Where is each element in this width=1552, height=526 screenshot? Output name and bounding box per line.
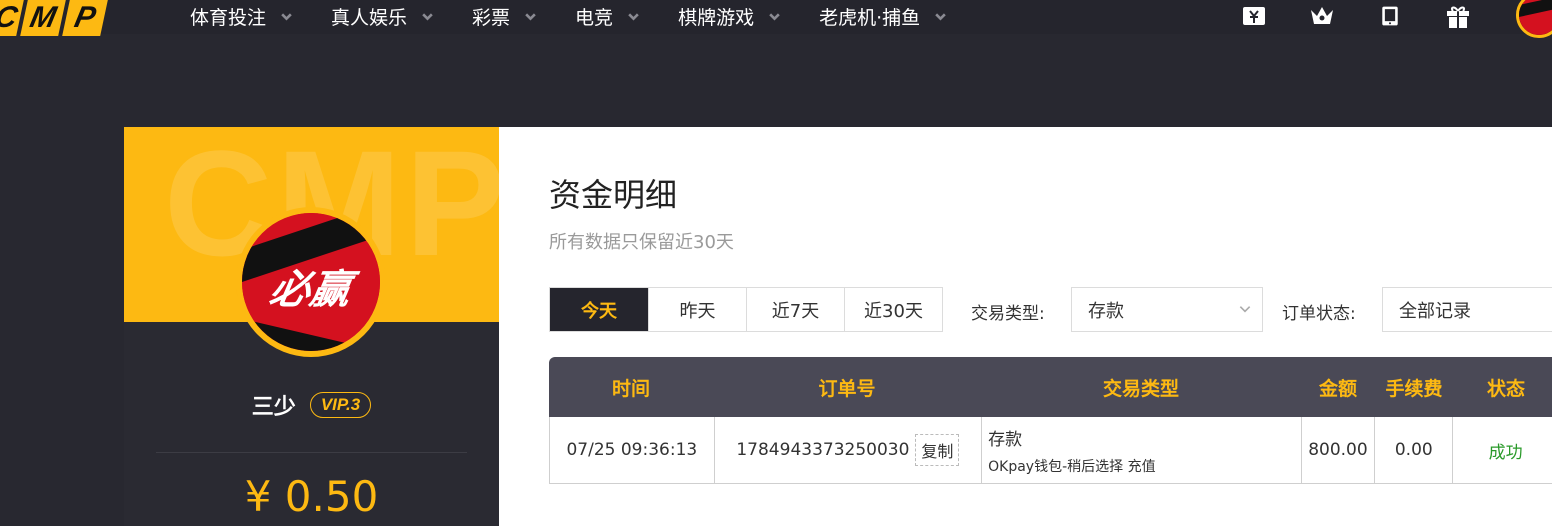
tab-last-7-days[interactable]: 近7天 <box>746 288 844 331</box>
date-range-tabs: 今天 昨天 近7天 近30天 <box>549 287 943 332</box>
table-header: 时间 订单号 交易类型 金额 手续费 状态 <box>549 357 1552 417</box>
cell-time: 07/25 09:36:13 <box>566 440 698 460</box>
cell-order-no: 1784943373250030 复制 <box>713 417 981 483</box>
column-header-order-no: 订单号 <box>818 377 876 400</box>
vip-badge: VIP.3 <box>309 392 372 418</box>
chevron-down-icon <box>1239 306 1251 313</box>
cell-status: 成功 <box>1452 417 1552 483</box>
chevron-down-icon <box>525 12 536 21</box>
nav-item-lottery[interactable]: 彩票 <box>472 0 537 32</box>
order-status-value: 全部记录 <box>1399 300 1471 322</box>
cell-amount: 800.00 <box>1300 417 1375 483</box>
profile-panel: CMP 必赢 三少 VIP.3 ¥ 0.50 <box>124 127 499 526</box>
copy-button[interactable]: 复制 <box>915 434 960 466</box>
chevron-down-icon <box>281 12 292 21</box>
nav-item-label: 真人娱乐 <box>331 6 408 29</box>
type-detail: OKpay钱包-稍后选择 充值 <box>988 458 1156 475</box>
logo-letter: M <box>20 0 66 36</box>
fund-details-panel: 资金明细 所有数据只保留近30天 今天 昨天 近7天 近30天 交易类型: 存款… <box>499 127 1552 526</box>
nav-item-label: 老虎机·捕鱼 <box>819 6 921 29</box>
type-main: 存款 <box>988 429 1023 450</box>
table-row: 07/25 09:36:13 1784943373250030 复制 存款 OK… <box>549 417 1552 484</box>
transaction-type-label: 交易类型: <box>971 304 1045 324</box>
username-row: 三少 VIP.3 <box>124 389 499 421</box>
chevron-down-icon <box>628 12 639 21</box>
logo-letter: P <box>62 0 108 36</box>
order-number: 1784943373250030 <box>736 440 910 460</box>
transaction-type-select[interactable]: 存款 <box>1071 287 1263 332</box>
nav-item-slots-fishing[interactable]: 老虎机·捕鱼 <box>819 0 947 32</box>
tab-last-30-days[interactable]: 近30天 <box>844 288 942 331</box>
gift-icon[interactable] <box>1444 2 1472 30</box>
nav-item-sports[interactable]: 体育投注 <box>190 0 293 32</box>
column-header-status: 状态 <box>1486 377 1525 400</box>
tab-yesterday[interactable]: 昨天 <box>648 288 746 331</box>
username: 三少 <box>251 395 296 420</box>
order-status-select[interactable]: 全部记录 <box>1382 287 1552 332</box>
transaction-type-value: 存款 <box>1088 300 1124 322</box>
transactions-table: 时间 订单号 交易类型 金额 手续费 状态 07/25 09:36:13 178… <box>549 357 1552 484</box>
chevron-down-icon <box>935 12 946 21</box>
tablet-icon[interactable] <box>1376 2 1404 30</box>
ticket-icon[interactable] <box>1240 2 1268 30</box>
nav-item-label: 电竞 <box>575 6 614 29</box>
avatar-brand-text: 必赢 <box>266 267 355 313</box>
top-navbar: C M P 体育投注 真人娱乐 彩票 电竞 棋牌游戏 老虎机·捕鱼 <box>0 0 1552 38</box>
cmp-logo[interactable]: C M P <box>0 0 108 36</box>
page-subtitle: 所有数据只保留近30天 <box>549 232 734 253</box>
wallet-balance: ¥ 0.50 <box>244 472 379 521</box>
tab-today[interactable]: 今天 <box>550 288 648 331</box>
divider <box>156 452 467 453</box>
chevron-down-icon <box>422 12 433 21</box>
crown-icon[interactable] <box>1308 2 1336 30</box>
nav-item-esports[interactable]: 电竞 <box>575 0 640 32</box>
nav-item-live-casino[interactable]: 真人娱乐 <box>331 0 434 32</box>
nav-item-label: 棋牌游戏 <box>678 6 755 29</box>
column-header-fee: 手续费 <box>1385 377 1443 400</box>
cell-fee: 0.00 <box>1374 417 1452 483</box>
profile-avatar: 必赢 <box>236 207 386 357</box>
nav-item-label: 彩票 <box>472 6 511 29</box>
main-nav: 体育投注 真人娱乐 彩票 电竞 棋牌游戏 老虎机·捕鱼 <box>190 0 985 32</box>
top-icon-group <box>1240 0 1512 32</box>
user-avatar[interactable] <box>1516 0 1552 38</box>
chevron-down-icon <box>769 12 780 21</box>
page-title: 资金明细 <box>549 176 678 214</box>
nav-item-label: 体育投注 <box>190 6 267 29</box>
column-header-type: 交易类型 <box>1102 377 1179 400</box>
column-header-amount: 金额 <box>1318 377 1357 400</box>
cell-type: 存款 OKpay钱包-稍后选择 充值 <box>981 417 1300 483</box>
nav-item-card-games[interactable]: 棋牌游戏 <box>678 0 781 32</box>
order-status-label: 订单状态: <box>1282 304 1356 324</box>
column-header-time: 时间 <box>611 377 650 400</box>
